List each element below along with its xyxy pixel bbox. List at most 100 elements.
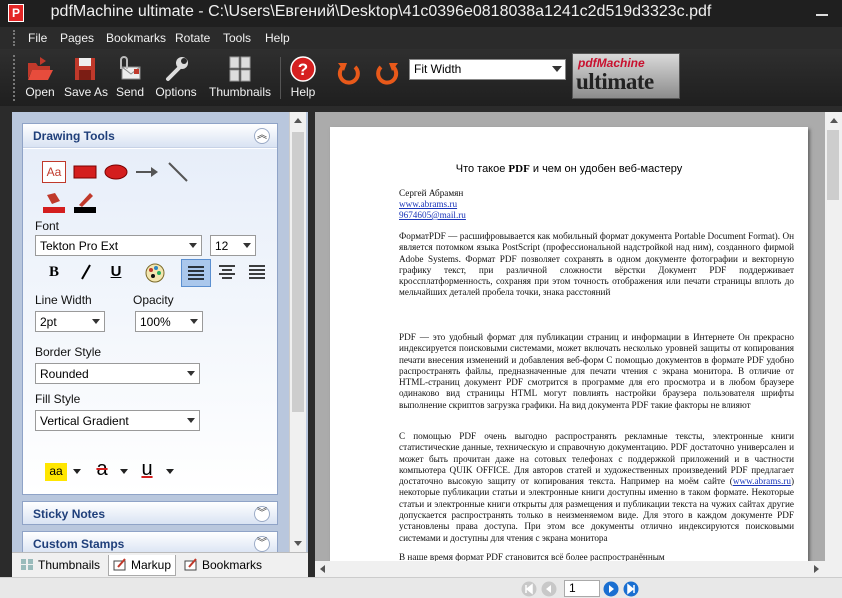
tab-bookmarks-label: Bookmarks <box>202 558 263 572</box>
folder-open-icon <box>28 57 53 80</box>
document-horizontal-scrollbar[interactable] <box>315 561 825 577</box>
chevron-down-icon <box>243 243 251 248</box>
opacity-value: 100% <box>140 315 171 329</box>
markup-tab-icon <box>113 558 126 571</box>
palette-icon[interactable] <box>143 261 167 285</box>
paragraph-site-link[interactable]: www.abrams.ru <box>733 476 791 486</box>
underline-tool[interactable]: u <box>136 459 158 481</box>
ellipse-tool-icon[interactable] <box>104 161 128 183</box>
rotate-left-icon[interactable] <box>335 59 363 87</box>
toolbar-grip[interactable] <box>13 55 16 101</box>
bold-button[interactable]: B <box>41 259 67 285</box>
rotate-right-icon[interactable] <box>373 59 401 87</box>
line-tool-icon[interactable] <box>166 161 190 183</box>
font-size-value: 12 <box>215 239 229 253</box>
previous-page-icon[interactable] <box>541 581 557 597</box>
fill-color-icon[interactable] <box>42 191 66 213</box>
fill-style-select[interactable]: Vertical Gradient <box>35 410 200 431</box>
left-pane-tabs: Thumbnails Markup Bookmarks <box>12 552 308 577</box>
pdfmachine-logo: pdfMachine ultimate <box>572 53 680 99</box>
chevron-down-icon <box>189 243 197 248</box>
tab-markup[interactable]: Markup <box>108 555 177 576</box>
italic-button[interactable] <box>73 259 99 285</box>
scroll-up-icon[interactable] <box>830 118 838 123</box>
line-width-value: 2pt <box>40 315 57 329</box>
drawing-tools-panel: Drawing Tools ︽ Aa Font Tekton Pro Ext 1… <box>22 123 278 495</box>
align-justify-icon <box>249 265 265 279</box>
chevron-down-icon <box>92 319 100 324</box>
chevron-down-icon[interactable] <box>166 469 174 474</box>
tab-bookmarks[interactable]: Bookmarks <box>180 555 266 576</box>
scroll-up-icon[interactable] <box>294 118 302 123</box>
scroll-thumb[interactable] <box>292 132 304 412</box>
chevron-down-icon[interactable] <box>120 469 128 474</box>
italic-icon <box>81 264 91 280</box>
help-icon: ? <box>290 56 316 82</box>
document-site-link[interactable]: www.abrams.ru <box>399 199 457 210</box>
thumbnails-icon <box>229 56 251 82</box>
next-page-icon[interactable] <box>603 581 619 597</box>
scroll-down-icon[interactable] <box>294 541 302 546</box>
font-select[interactable]: Tekton Pro Ext <box>35 235 202 256</box>
strikeout-tool[interactable]: a <box>91 459 113 481</box>
menu-help[interactable]: Help <box>265 31 290 45</box>
menu-rotate[interactable]: Rotate <box>175 31 210 45</box>
line-color-icon[interactable] <box>73 191 97 213</box>
font-size-select[interactable]: 12 <box>210 235 256 256</box>
menu-pages[interactable]: Pages <box>60 31 94 45</box>
align-center-button[interactable] <box>214 259 240 285</box>
chevron-down-icon[interactable] <box>73 469 81 474</box>
highlight-tool[interactable]: aa <box>45 463 67 481</box>
status-bar: 1 <box>0 577 842 598</box>
line-width-select[interactable]: 2pt <box>35 311 105 332</box>
send-label: Send <box>115 85 145 99</box>
toolbar-separator <box>280 57 281 99</box>
scroll-thumb[interactable] <box>827 130 839 200</box>
scroll-right-icon[interactable] <box>814 565 819 573</box>
open-button[interactable]: Open <box>24 53 56 103</box>
collapse-icon[interactable]: ︽ <box>254 128 270 144</box>
send-button[interactable]: Send <box>114 53 146 103</box>
underline-button[interactable]: U <box>103 259 129 285</box>
document-email-link[interactable]: 9674605@mail.ru <box>399 210 466 221</box>
font-value: Tekton Pro Ext <box>40 239 119 253</box>
chevron-down-icon <box>552 66 562 72</box>
border-style-select[interactable]: Rounded <box>35 363 200 384</box>
tab-thumbnails[interactable]: Thumbnails <box>16 555 104 576</box>
pdf-page[interactable]: Что такое PDF и чем он удобен веб-мастер… <box>330 127 808 567</box>
paperclip-envelope-icon <box>120 56 141 80</box>
opacity-label: Opacity <box>133 293 174 307</box>
menu-tools[interactable]: Tools <box>223 31 251 45</box>
save-as-button[interactable]: Save As <box>64 53 108 103</box>
drawing-tools-header[interactable]: Drawing Tools ︽ <box>23 124 277 148</box>
document-vertical-scrollbar[interactable] <box>825 112 842 577</box>
markup-pane-scrollbar[interactable] <box>289 112 306 552</box>
minimize-button[interactable] <box>812 4 832 22</box>
bookmarks-tab-icon <box>184 558 197 571</box>
opacity-select[interactable]: 100% <box>135 311 203 332</box>
expand-icon[interactable]: ︾ <box>254 536 270 552</box>
expand-icon[interactable]: ︾ <box>254 506 270 522</box>
menu-bookmarks[interactable]: Bookmarks <box>106 31 166 45</box>
sticky-notes-panel[interactable]: Sticky Notes ︾ <box>22 501 278 525</box>
scroll-left-icon[interactable] <box>320 565 325 573</box>
align-left-button[interactable] <box>181 259 211 287</box>
align-justify-button[interactable] <box>244 259 270 285</box>
font-label: Font <box>35 219 60 233</box>
thumbnails-button[interactable]: Thumbnails <box>207 53 273 103</box>
sticky-notes-title: Sticky Notes <box>33 507 106 521</box>
help-button[interactable]: ? Help <box>287 53 319 103</box>
svg-text:?: ? <box>298 60 308 79</box>
text-tool-icon[interactable]: Aa <box>42 161 66 183</box>
menu-file[interactable]: File <box>28 31 47 45</box>
zoom-value: Fit Width <box>414 62 462 76</box>
options-button[interactable]: Options <box>154 53 198 103</box>
zoom-select[interactable]: Fit Width <box>409 59 566 80</box>
first-page-icon[interactable] <box>521 581 537 597</box>
menubar-grip[interactable] <box>13 30 16 46</box>
page-number-input[interactable]: 1 <box>564 580 600 597</box>
rectangle-tool-icon[interactable] <box>73 161 97 183</box>
document-paragraph-1: ФорматPDF — расшифровывается как мобильн… <box>399 231 794 298</box>
last-page-icon[interactable] <box>623 581 639 597</box>
arrow-tool-icon[interactable] <box>135 161 159 183</box>
